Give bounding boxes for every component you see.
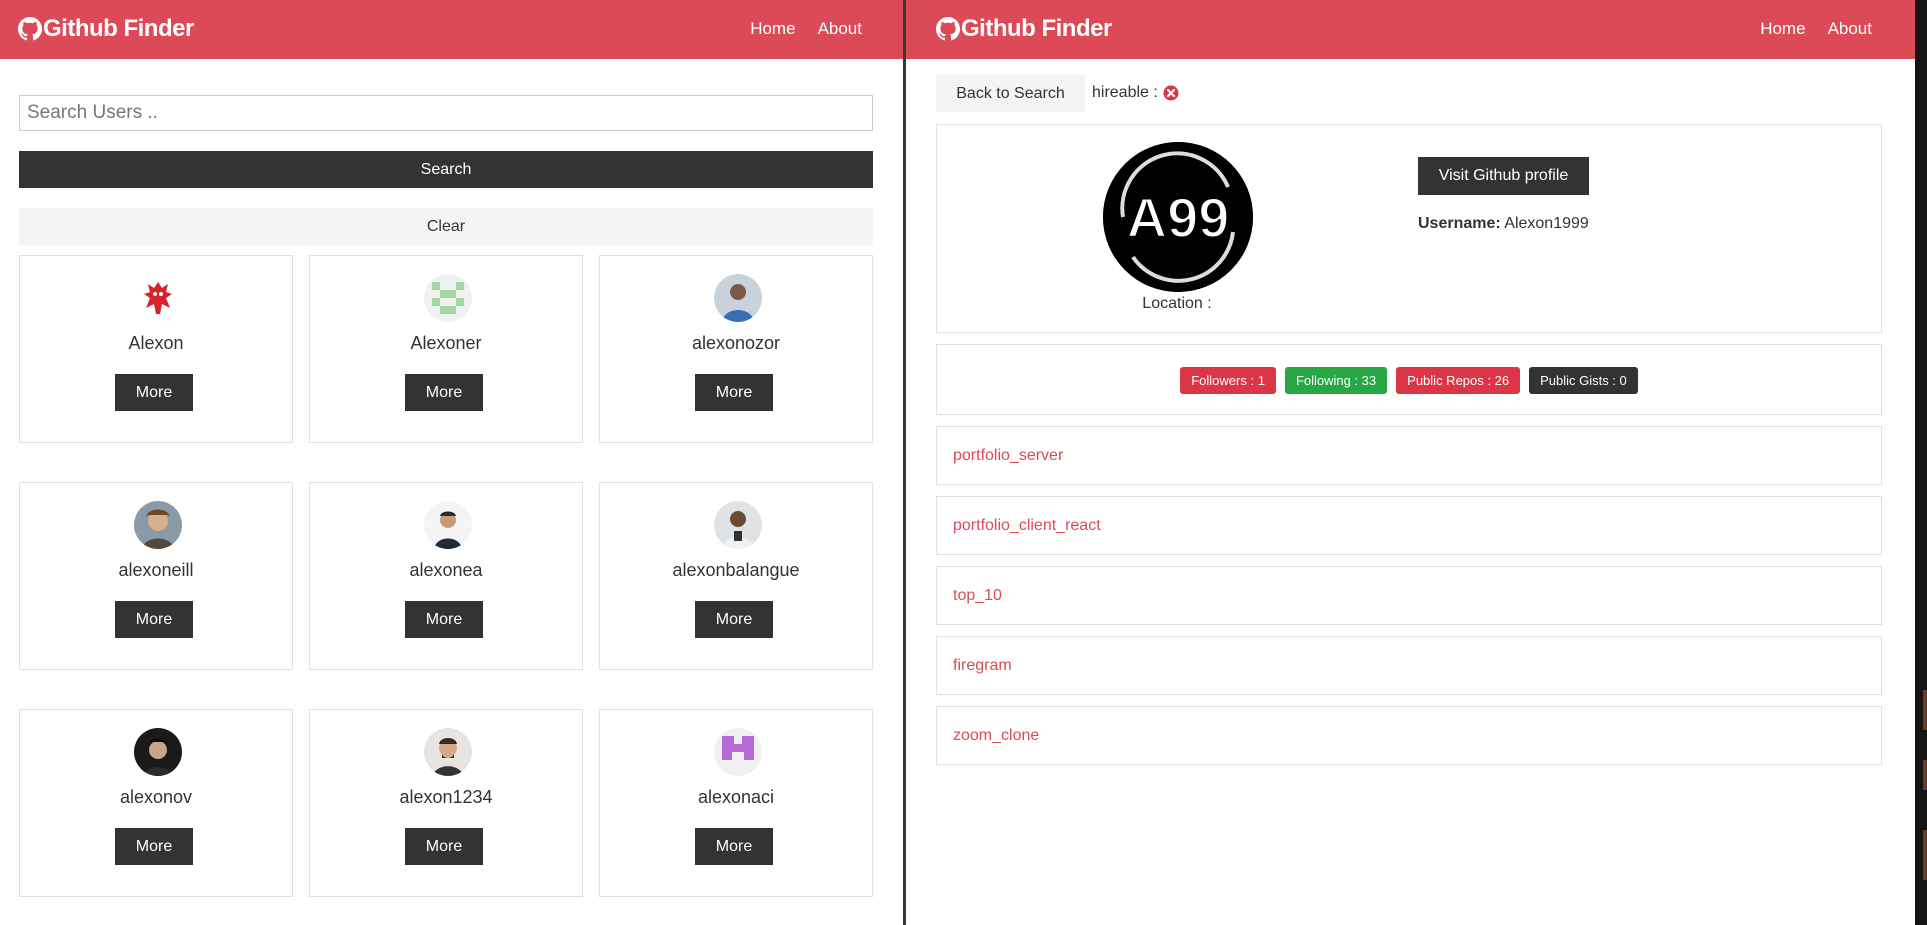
purple-identicon-avatar xyxy=(714,728,762,776)
user-login: alexonbalangue xyxy=(672,560,800,580)
avatar-logo-text: A99 xyxy=(1127,186,1230,249)
public-repos-badge: Public Repos : 26 xyxy=(1396,367,1521,394)
clear-button[interactable]: Clear xyxy=(19,208,873,245)
nav-links: Home About xyxy=(1760,19,1872,39)
following-badge: Following : 33 xyxy=(1284,367,1388,394)
more-button[interactable]: More xyxy=(405,374,483,411)
visit-github-profile-button[interactable]: Visit Github profile xyxy=(1418,157,1589,195)
repo-item: firegram xyxy=(936,636,1882,695)
repo-item: top_10 xyxy=(936,566,1882,625)
hireable-label: hireable : xyxy=(1092,84,1158,101)
person-photo-avatar xyxy=(424,501,472,549)
repo-link[interactable]: zoom_clone xyxy=(953,727,1039,745)
search-input[interactable] xyxy=(19,95,873,131)
person-photo-avatar xyxy=(714,501,762,549)
nav-about-link[interactable]: About xyxy=(1828,19,1872,39)
times-circle-icon xyxy=(1163,85,1179,101)
users-grid: Alexon More Alexoner More alexonozor Mor… xyxy=(19,255,873,897)
user-card: alexonaci More xyxy=(599,709,873,897)
search-button[interactable]: Search xyxy=(19,151,873,188)
nav-home-link[interactable]: Home xyxy=(750,19,795,39)
navbar: Github Finder Home About xyxy=(0,0,903,59)
more-button[interactable]: More xyxy=(115,828,193,865)
profile-avatar: A99 xyxy=(1103,142,1253,292)
brand[interactable]: Github Finder xyxy=(18,15,194,43)
repo-item: portfolio_server xyxy=(936,426,1882,485)
stats-card: Followers : 1 Following : 33 Public Repo… xyxy=(936,344,1882,415)
github-icon xyxy=(18,17,42,41)
more-button[interactable]: More xyxy=(695,374,773,411)
repo-list: portfolio_server portfolio_client_react … xyxy=(936,426,1882,765)
user-card: alexonbalangue More xyxy=(599,482,873,670)
user-card: alexon1234 More xyxy=(309,709,583,897)
nav-links: Home About xyxy=(750,19,862,39)
repo-link[interactable]: portfolio_server xyxy=(953,447,1063,465)
repo-link[interactable]: firegram xyxy=(953,657,1012,675)
nav-about-link[interactable]: About xyxy=(818,19,862,39)
repo-item: zoom_clone xyxy=(936,706,1882,765)
user-login: alexonaci xyxy=(697,787,775,807)
more-button[interactable]: More xyxy=(695,828,773,865)
public-gists-badge: Public Gists : 0 xyxy=(1529,367,1638,394)
brand-title: Github Finder xyxy=(961,15,1112,42)
location-label: Location : xyxy=(1142,295,1212,312)
green-identicon-avatar xyxy=(424,274,472,322)
followers-badge: Followers : 1 xyxy=(1180,367,1276,394)
user-card: alexoneill More xyxy=(19,482,293,670)
more-button[interactable]: More xyxy=(115,374,193,411)
user-login: Alexoner xyxy=(410,333,482,353)
user-login: alexon1234 xyxy=(399,787,493,807)
person-photo-avatar xyxy=(714,274,762,322)
user-login: alexonea xyxy=(409,560,483,580)
more-button[interactable]: More xyxy=(695,601,773,638)
hireable-status: hireable : xyxy=(1092,84,1179,102)
user-card: Alexoner More xyxy=(309,255,583,443)
repo-link[interactable]: top_10 xyxy=(953,587,1002,605)
navbar: Github Finder Home About xyxy=(906,0,1915,59)
user-login: Alexon xyxy=(128,333,184,353)
stats-badges: Followers : 1 Following : 33 Public Repo… xyxy=(937,367,1881,394)
user-card: Alexon More xyxy=(19,255,293,443)
back-to-search-button[interactable]: Back to Search xyxy=(936,75,1085,112)
user-login: alexonov xyxy=(119,787,193,807)
window-edge xyxy=(1915,0,1927,925)
more-button[interactable]: More xyxy=(405,601,483,638)
person-photo-avatar xyxy=(424,728,472,776)
username-value: Alexon1999 xyxy=(1504,215,1589,232)
repo-item: portfolio_client_react xyxy=(936,496,1882,555)
user-detail-pane: Github Finder Home About Back to Search … xyxy=(906,0,1927,925)
repo-link[interactable]: portfolio_client_react xyxy=(953,517,1101,535)
brand-title: Github Finder xyxy=(43,15,194,42)
user-card: alexonov More xyxy=(19,709,293,897)
person-photo-avatar xyxy=(134,501,182,549)
username-label: Username: xyxy=(1418,215,1501,232)
username-line: Username: Alexon1999 xyxy=(1418,215,1589,233)
user-card: alexonea More xyxy=(309,482,583,670)
person-photo-avatar xyxy=(134,728,182,776)
user-login: alexoneill xyxy=(118,560,194,580)
brand[interactable]: Github Finder xyxy=(936,15,1112,43)
search-pane: Github Finder Home About Search Clear Al… xyxy=(0,0,903,925)
nav-home-link[interactable]: Home xyxy=(1760,19,1805,39)
more-button[interactable]: More xyxy=(405,828,483,865)
user-login: alexonozor xyxy=(691,333,781,353)
user-card: alexonozor More xyxy=(599,255,873,443)
user-detail-content: Github Finder Home About Back to Search … xyxy=(906,0,1915,925)
profile-card: A99 Location : Visit Github profile User… xyxy=(936,124,1882,333)
github-icon xyxy=(936,17,960,41)
more-button[interactable]: More xyxy=(115,601,193,638)
red-monster-avatar xyxy=(134,274,182,322)
